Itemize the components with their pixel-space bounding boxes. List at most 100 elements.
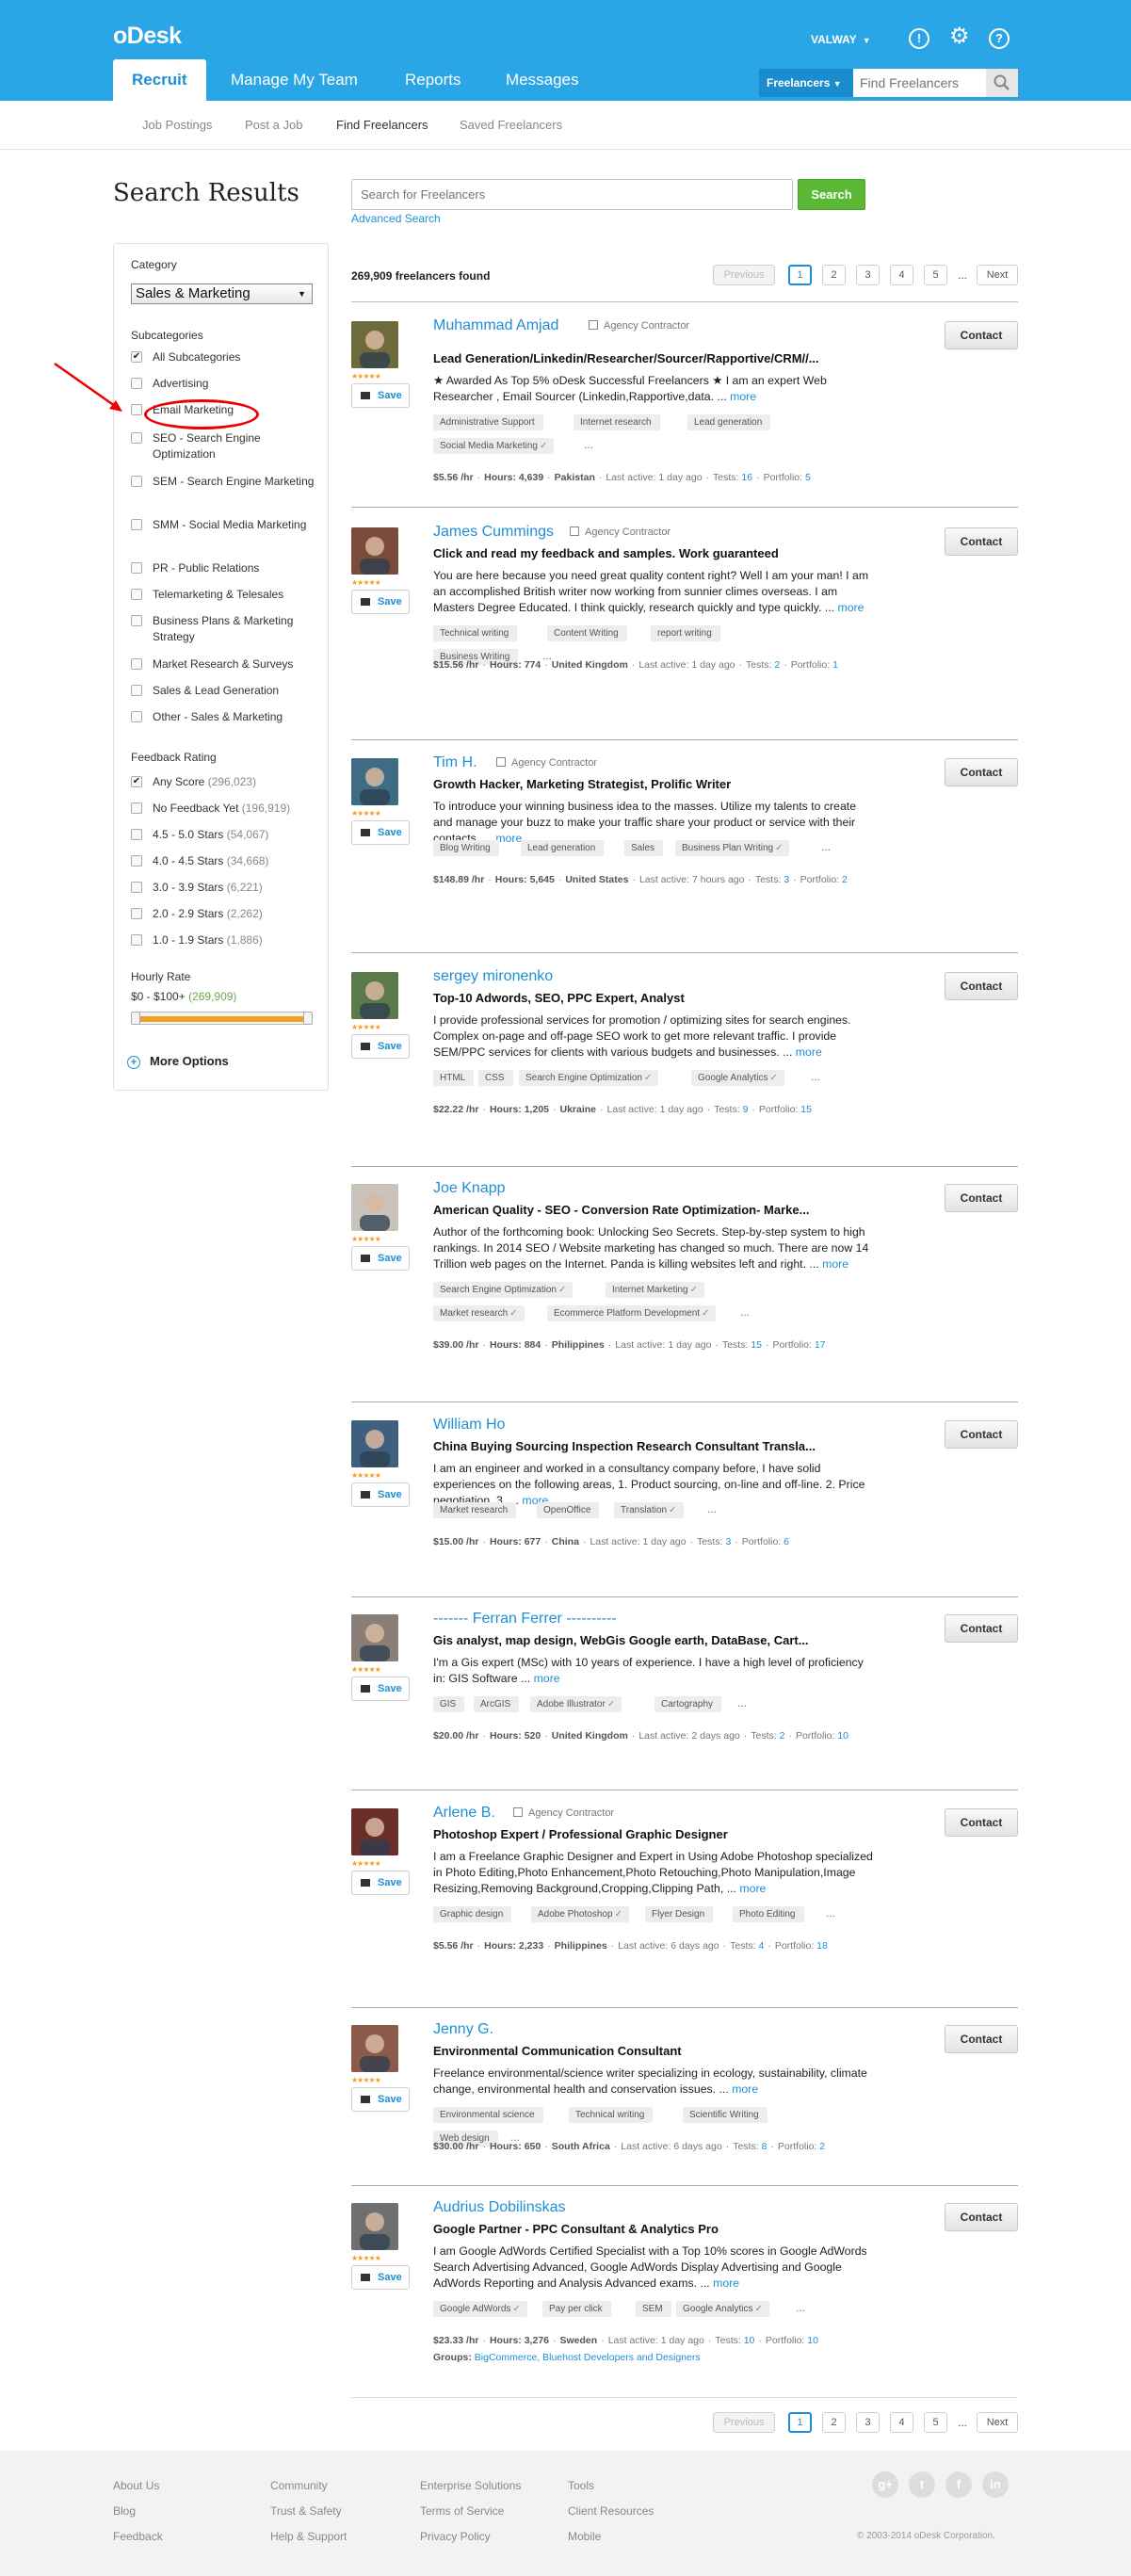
slider-min-handle[interactable]	[131, 1012, 140, 1025]
linkedin-icon[interactable]: in	[982, 2471, 1009, 2498]
help-icon[interactable]: ?	[989, 28, 1010, 49]
category-select[interactable]: Sales & Marketing ▼	[131, 284, 313, 304]
subcategory-option[interactable]: Business Plans & Marketing Strategy	[131, 613, 319, 645]
checkbox[interactable]	[131, 711, 142, 722]
skill-tag[interactable]: CSS	[478, 1070, 513, 1086]
subcategory-option[interactable]: Market Research & Surveys	[131, 656, 319, 672]
checkbox[interactable]	[131, 615, 142, 626]
page-2-button[interactable]: 2	[822, 2412, 846, 2433]
tab-reports[interactable]: Reports	[386, 59, 480, 101]
more-link[interactable]: more	[495, 832, 522, 845]
checkbox[interactable]	[131, 882, 142, 893]
skill-tag[interactable]: Translation ✓	[614, 1502, 684, 1518]
tests-link[interactable]: 15	[751, 1339, 762, 1351]
portfolio-link[interactable]: 18	[816, 1940, 828, 1952]
freelancer-name[interactable]: Arlene B.	[433, 1805, 495, 1822]
freelancer-name[interactable]: Muhammad Amjad	[433, 317, 558, 334]
google-plus-icon[interactable]: g+	[872, 2471, 898, 2498]
checkbox[interactable]	[131, 802, 142, 814]
groups-link[interactable]: BigCommerce, Bluehost Developers and Des…	[475, 2352, 701, 2363]
feedback-option[interactable]: No Feedback Yet (196,919)	[131, 801, 319, 817]
contact-button[interactable]: Contact	[945, 972, 1018, 1000]
subnav-saved-freelancers[interactable]: Saved Freelancers	[460, 118, 562, 132]
tab-recruit[interactable]: Recruit	[113, 59, 206, 101]
contact-button[interactable]: Contact	[945, 527, 1018, 556]
footer-link[interactable]: Feedback	[113, 2530, 163, 2543]
tab-manage-my-team[interactable]: Manage My Team	[212, 59, 377, 101]
tests-link[interactable]: 2	[780, 1730, 785, 1742]
skill-tag[interactable]: Cartography	[654, 1696, 722, 1712]
skill-tag[interactable]: Market research	[433, 1502, 517, 1518]
checkbox[interactable]	[131, 432, 142, 444]
page-5-button[interactable]: 5	[924, 265, 947, 285]
skill-tag[interactable]: Ecommerce Platform Development ✓	[547, 1305, 717, 1321]
contact-button[interactable]: Contact	[945, 1614, 1018, 1643]
save-button[interactable]: Save	[351, 1482, 410, 1507]
skill-tag[interactable]: Sales	[624, 840, 664, 856]
avatar[interactable]	[351, 1808, 398, 1855]
avatar[interactable]	[351, 527, 398, 575]
more-link[interactable]: more	[730, 390, 756, 403]
skill-tag[interactable]: Google AdWords ✓	[433, 2301, 527, 2317]
subcategory-option[interactable]: ✔ All Subcategories	[131, 349, 319, 365]
portfolio-link[interactable]: 10	[837, 1730, 848, 1742]
freelancer-name[interactable]: William Ho	[433, 1417, 505, 1434]
page-3-button[interactable]: 3	[856, 265, 880, 285]
gear-icon[interactable]: ⚙	[949, 25, 970, 48]
skill-tag[interactable]: Lead generation	[687, 414, 771, 430]
checkbox[interactable]	[131, 908, 142, 919]
page-1-button[interactable]: 1	[788, 2412, 812, 2433]
checkbox[interactable]	[131, 562, 142, 574]
page-1-button[interactable]: 1	[788, 265, 812, 285]
portfolio-link[interactable]: 2	[819, 2141, 825, 2152]
checkbox[interactable]	[131, 658, 142, 670]
portfolio-link[interactable]: 17	[815, 1339, 826, 1351]
tests-link[interactable]: 3	[784, 874, 789, 885]
subcategory-option[interactable]: SEO - Search Engine Optimization	[131, 430, 319, 462]
freelancer-name[interactable]: Jenny G.	[433, 2021, 493, 2038]
skill-tag[interactable]: OpenOffice	[537, 1502, 600, 1518]
checkbox[interactable]	[131, 934, 142, 946]
freelancer-name[interactable]: James Cummings	[433, 524, 554, 541]
previous-button[interactable]: Previous	[713, 2412, 775, 2433]
save-button[interactable]: Save	[351, 2265, 410, 2290]
save-button[interactable]: Save	[351, 1246, 410, 1271]
more-skills-ellipsis[interactable]: ...	[821, 840, 831, 853]
feedback-option[interactable]: 4.5 - 5.0 Stars (54,067)	[131, 827, 319, 843]
skill-tag[interactable]: Technical writing	[433, 625, 518, 641]
freelancer-name[interactable]: Tim H.	[433, 754, 477, 771]
more-skills-ellipsis[interactable]: ...	[826, 1906, 835, 1920]
contact-button[interactable]: Contact	[945, 2025, 1018, 2053]
checkbox[interactable]: ✔	[131, 776, 142, 787]
skill-tag[interactable]: Blog Writing	[433, 840, 499, 856]
freelancer-name[interactable]: sergey mironenko	[433, 968, 553, 985]
skill-tag[interactable]: Scientific Writing	[683, 2107, 767, 2123]
feedback-option[interactable]: 2.0 - 2.9 Stars (2,262)	[131, 906, 319, 922]
footer-link[interactable]: Privacy Policy	[420, 2530, 491, 2543]
skill-tag[interactable]: HTML	[433, 1070, 475, 1086]
avatar[interactable]	[351, 1184, 398, 1231]
footer-link[interactable]: Mobile	[568, 2530, 601, 2543]
skill-tag[interactable]: Adobe Photoshop ✓	[531, 1906, 629, 1922]
more-link[interactable]: more	[796, 1045, 822, 1059]
feedback-option[interactable]: 4.0 - 4.5 Stars (34,668)	[131, 853, 319, 869]
footer-link[interactable]: Community	[270, 2479, 328, 2492]
skill-tag[interactable]: Administrative Support	[433, 414, 543, 430]
user-menu[interactable]: VALWAY ▼	[811, 33, 871, 46]
feedback-option[interactable]: 1.0 - 1.9 Stars (1,886)	[131, 932, 319, 948]
skill-tag[interactable]: Technical writing	[569, 2107, 654, 2123]
save-button[interactable]: Save	[351, 1034, 410, 1059]
skill-tag[interactable]: Business Plan Writing ✓	[675, 840, 790, 856]
skill-tag[interactable]: Search Engine Optimization ✓	[433, 1282, 574, 1298]
more-options-button[interactable]: + More Options	[127, 1054, 229, 1069]
more-skills-ellipsis[interactable]: ...	[811, 1070, 820, 1083]
next-button[interactable]: Next	[977, 2412, 1018, 2433]
subnav-find-freelancers[interactable]: Find Freelancers	[336, 118, 428, 132]
save-button[interactable]: Save	[351, 590, 410, 614]
tab-messages[interactable]: Messages	[487, 59, 597, 101]
find-freelancers-input[interactable]	[853, 69, 986, 97]
checkbox[interactable]	[131, 589, 142, 600]
advanced-search-link[interactable]: Advanced Search	[351, 212, 441, 225]
more-link[interactable]: more	[822, 1257, 848, 1271]
footer-link[interactable]: Terms of Service	[420, 2504, 504, 2518]
